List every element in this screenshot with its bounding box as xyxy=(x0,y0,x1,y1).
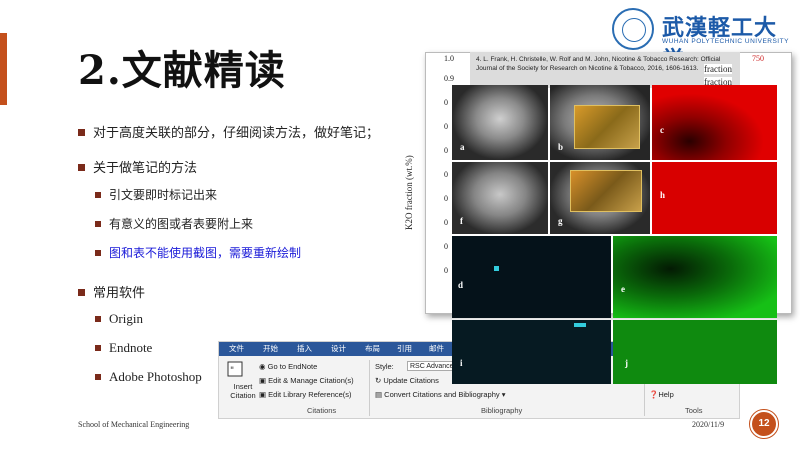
footer-school: School of Mechanical Engineering xyxy=(78,420,190,429)
footer-date: 2020/11/9 xyxy=(692,420,725,429)
sem-panel-b: b xyxy=(550,85,650,160)
cyan-spot xyxy=(574,323,586,327)
bullet-square-icon xyxy=(95,345,101,351)
y-tick: 0 xyxy=(444,194,448,203)
legend-fraction-1: fraction xyxy=(704,64,732,74)
y-tick: 1.0 xyxy=(444,54,454,63)
cyan-spot xyxy=(494,266,499,271)
sem-panel-a: a xyxy=(452,85,548,160)
update-citations-button[interactable]: ↻ Update Citations xyxy=(375,376,439,385)
bullet-square-icon xyxy=(78,129,85,136)
y-tick: 0 xyxy=(444,170,448,179)
y-tick: 0 xyxy=(444,242,448,251)
bullet-2: 关于做笔记的方法 xyxy=(78,157,197,176)
sem-panel-f: f xyxy=(452,162,548,234)
eds-map-c: c xyxy=(652,85,777,160)
eds-map-e: e xyxy=(613,236,777,318)
edx-overlay xyxy=(574,105,640,149)
eds-map-h: h xyxy=(652,162,777,234)
bullet-square-icon xyxy=(78,289,85,296)
bullet-2-sub-1: 引文要即时标记出来 xyxy=(95,186,217,203)
bullet-square-icon xyxy=(95,374,101,380)
help-button[interactable]: ❓Help xyxy=(649,390,674,399)
y-axis-label: K2O fraction (wt.%) xyxy=(404,155,414,230)
tab-home[interactable]: 开始 xyxy=(263,343,278,354)
bullet-3: 常用软件 xyxy=(78,282,145,301)
bullet-1: 对于高度关联的部分，仔细阅读方法，做好笔记； xyxy=(78,122,379,141)
page-number: 12 xyxy=(749,409,779,439)
insert-citation-icon: " xyxy=(227,361,243,377)
tab-layout[interactable]: 布局 xyxy=(365,343,380,354)
y-tick: 0 xyxy=(444,122,448,131)
convert-citations-button[interactable]: ▤ Convert Citations and Bibliography ▾ xyxy=(375,390,506,399)
bullet-square-icon xyxy=(95,221,101,227)
logo-en-text: WUHAN POLYTECHNIC UNIVERSITY xyxy=(662,38,789,45)
edx-overlay xyxy=(570,170,642,212)
bullet-square-icon xyxy=(95,250,101,256)
style-label: Style: xyxy=(375,362,394,371)
tab-references[interactable]: 引用 xyxy=(397,343,412,354)
tab-design[interactable]: 设计 xyxy=(331,343,346,354)
bullet-3-sub-2: Endnote xyxy=(95,340,152,356)
edit-manage-citations-button[interactable]: ▣ Edit & Manage Citation(s) xyxy=(259,376,354,385)
tab-mailings[interactable]: 邮件 xyxy=(429,343,444,354)
group-citations-label: Citations xyxy=(307,406,337,415)
group-bibliography-label: Bibliography xyxy=(481,406,523,415)
bullet-2-sub-3: 图和表不能使用截图，需要重新绘制 xyxy=(95,244,301,261)
group-tools-label: Tools xyxy=(685,406,703,415)
tab-file[interactable]: 文件 xyxy=(229,343,244,354)
insert-citation-button[interactable]: Insert Citation xyxy=(223,382,263,400)
slide-title: 2.文献精读 xyxy=(78,47,286,94)
go-to-endnote-button[interactable]: ◉ Go to EndNote xyxy=(259,362,317,371)
eds-map-d: d xyxy=(452,236,611,318)
bullet-3-sub-3: Adobe Photoshop xyxy=(95,369,202,385)
seal-icon xyxy=(612,8,654,50)
eds-map-j: j xyxy=(613,320,777,384)
bullet-square-icon xyxy=(78,164,85,171)
accent-bar xyxy=(0,33,7,105)
sem-panel-g: g xyxy=(550,162,650,234)
tab-insert[interactable]: 插入 xyxy=(297,343,312,354)
edit-library-reference-button[interactable]: ▣ Edit Library Reference(s) xyxy=(259,390,352,399)
y-tick: 0 xyxy=(444,98,448,107)
bullet-2-sub-2: 有意义的图或者表要附上来 xyxy=(95,215,253,232)
bullet-3-sub-1: Origin xyxy=(95,311,143,327)
y-tick: 0.9 xyxy=(444,74,454,83)
y-tick: 0 xyxy=(444,218,448,227)
reference-note: 4. L. Frank, H. Christelle, W. Rolf and … xyxy=(470,52,740,88)
eds-map-i: i xyxy=(452,320,611,384)
svg-text:": " xyxy=(230,366,234,376)
y-tick: 0 xyxy=(444,146,448,155)
plot-annotation-750: 750 xyxy=(752,54,764,63)
bullet-square-icon xyxy=(95,192,101,198)
bullet-square-icon xyxy=(95,316,101,322)
y-tick: 0 xyxy=(444,266,448,275)
university-logo: 武漢軽工大学 WUHAN POLYTECHNIC UNIVERSITY xyxy=(612,8,792,73)
ribbon-separator xyxy=(369,360,370,416)
